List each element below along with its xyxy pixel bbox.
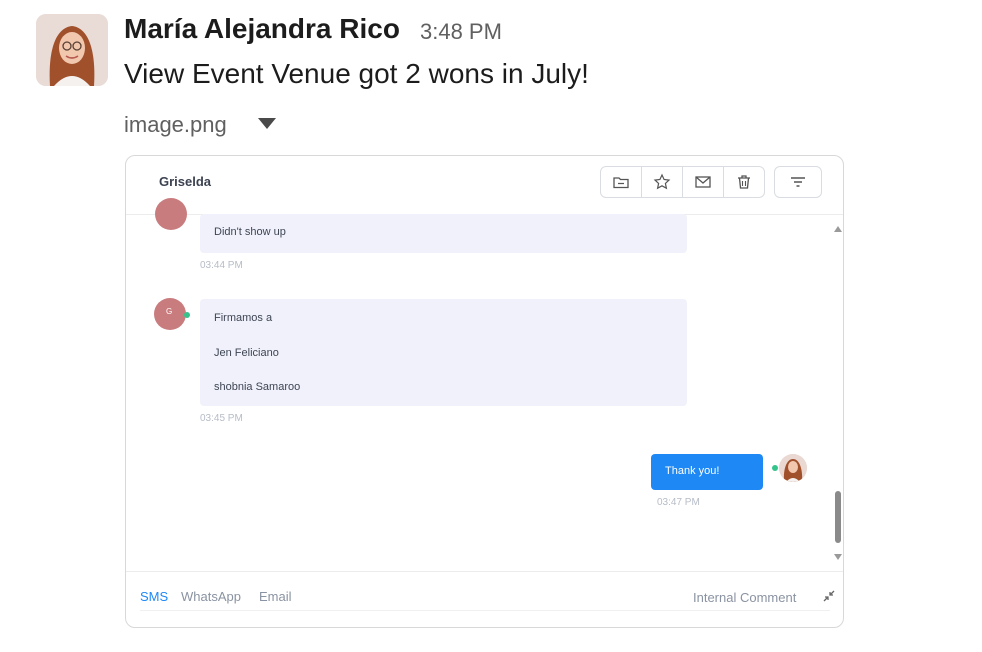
attachment-image[interactable]: Griselda Didn't show up 03:44 PM G Firma… [125,155,844,628]
message-bubble-outbound: Thank you! [651,454,763,490]
message-text: View Event Venue got 2 wons in July! [124,58,589,89]
scroll-down-icon[interactable] [834,554,842,560]
star-icon[interactable] [641,166,683,198]
message-bubble-inbound: Firmamos a Jen Feliciano shobnia Samaroo [200,299,687,406]
message-line: shobnia Samaroo [214,381,301,393]
message-line: Jen Feliciano [214,347,279,359]
folder-icon[interactable] [600,166,642,198]
message-line: Firmamos a [214,312,273,324]
mail-icon[interactable] [682,166,724,198]
contact-name: Griselda [159,174,212,189]
tab-sms[interactable]: SMS [140,589,168,604]
composer-bar: SMS WhatsApp Email Internal Comment [126,571,843,627]
sender-name[interactable]: María Alejandra Rico [124,13,400,45]
message-line: Thank you! [665,465,720,477]
message-time: 03:47 PM [657,497,700,508]
agent-avatar [779,454,807,482]
trash-icon[interactable] [723,166,765,198]
online-indicator [772,465,778,471]
message-timestamp[interactable]: 3:48 PM [420,19,502,45]
message-bubble-inbound: Didn't show up [200,214,687,253]
caret-down-icon[interactable] [258,118,276,129]
avatar-initial: G [166,307,173,316]
tab-whatsapp[interactable]: WhatsApp [181,589,241,604]
conversation-header: Griselda [126,156,843,215]
divider [140,610,830,611]
sender-avatar[interactable] [36,14,108,86]
attachment-file-name[interactable]: image.png [124,112,227,138]
message-line: Didn't show up [214,226,286,238]
scroll-up-icon[interactable] [834,226,842,232]
collapse-icon[interactable] [822,589,836,608]
internal-comment-toggle[interactable]: Internal Comment [693,590,796,605]
contact-avatar [155,198,187,230]
scrollbar-thumb[interactable] [835,491,841,543]
message-time: 03:44 PM [200,260,243,271]
contact-avatar: G [154,298,186,330]
online-indicator [184,312,190,318]
message-time: 03:45 PM [200,413,243,424]
tab-email[interactable]: Email [259,589,292,604]
filter-icon[interactable] [774,166,822,198]
